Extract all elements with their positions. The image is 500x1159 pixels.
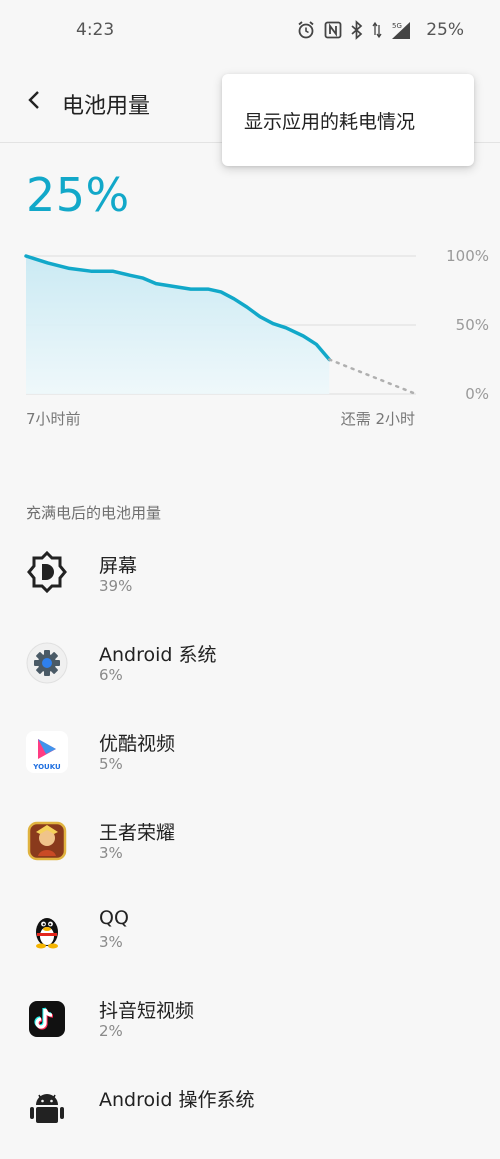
youku-icon: YOUKU bbox=[26, 731, 68, 773]
overflow-menu: 显示应用的耗电情况 bbox=[222, 74, 474, 166]
app-name: QQ bbox=[99, 907, 129, 929]
page-title: 电池用量 bbox=[62, 94, 151, 119]
data-arrows-icon bbox=[372, 20, 382, 40]
usage-item-youku[interactable]: YOUKU 优酷视频 5% bbox=[0, 723, 500, 803]
app-percent: 6% bbox=[99, 666, 123, 684]
app-name: 屏幕 bbox=[99, 555, 138, 577]
y-tick-label: 0% bbox=[465, 385, 489, 403]
signal-5g-icon: 5G bbox=[390, 20, 412, 40]
app-percent: 2% bbox=[99, 1022, 123, 1040]
app-name: 抖音短视频 bbox=[99, 1000, 195, 1022]
android-robot-icon bbox=[26, 1087, 68, 1129]
usage-item-android-system[interactable]: Android 系统 6% bbox=[0, 634, 500, 714]
status-icons: 5G 25% bbox=[296, 20, 464, 40]
app-name: 优酷视频 bbox=[99, 733, 176, 755]
back-arrow-icon bbox=[27, 89, 41, 115]
bluetooth-icon bbox=[350, 20, 364, 40]
usage-item-android-os[interactable]: Android 操作系统 bbox=[0, 1079, 500, 1159]
back-button[interactable] bbox=[18, 86, 50, 118]
x-label-start: 7小时前 bbox=[26, 410, 81, 428]
app-percent: 3% bbox=[99, 933, 123, 951]
status-time: 4:23 bbox=[76, 20, 115, 40]
screen-brightness-icon bbox=[26, 550, 68, 594]
usage-section-title: 充满电后的电池用量 bbox=[26, 504, 162, 522]
usage-item-screen[interactable]: 屏幕 39% bbox=[0, 545, 500, 625]
douyin-icon bbox=[26, 998, 68, 1040]
app-percent: 5% bbox=[99, 755, 123, 773]
app-name: 王者荣耀 bbox=[99, 822, 176, 844]
battery-level: 25% bbox=[26, 168, 130, 222]
qq-penguin-icon bbox=[26, 909, 68, 951]
app-name: Android 系统 bbox=[99, 644, 217, 666]
svg-text:5G: 5G bbox=[392, 22, 402, 30]
usage-item-qq[interactable]: QQ 3% bbox=[0, 901, 500, 981]
app-name: Android 操作系统 bbox=[99, 1089, 255, 1111]
battery-percent-status: 25% bbox=[426, 20, 464, 40]
battery-prediction-line bbox=[328, 358, 418, 396]
y-tick-label: 50% bbox=[456, 316, 489, 334]
app-percent: 3% bbox=[99, 844, 123, 862]
x-label-end: 还需 2小时 bbox=[340, 410, 415, 428]
usage-item-honor-of-kings[interactable]: 王者荣耀 3% bbox=[0, 812, 500, 892]
youku-logo-text: YOUKU bbox=[32, 763, 61, 771]
honor-of-kings-icon bbox=[26, 820, 68, 862]
menu-item-show-app-usage[interactable]: 显示应用的耗电情况 bbox=[244, 107, 415, 134]
status-bar: 4:23 5G 25% bbox=[0, 0, 500, 64]
alarm-icon bbox=[296, 20, 316, 40]
y-tick-label: 100% bbox=[446, 247, 489, 265]
app-percent: 39% bbox=[99, 577, 133, 595]
android-system-gear-icon bbox=[26, 642, 68, 684]
nfc-icon bbox=[324, 21, 342, 39]
usage-item-douyin[interactable]: 抖音短视频 2% bbox=[0, 990, 500, 1070]
